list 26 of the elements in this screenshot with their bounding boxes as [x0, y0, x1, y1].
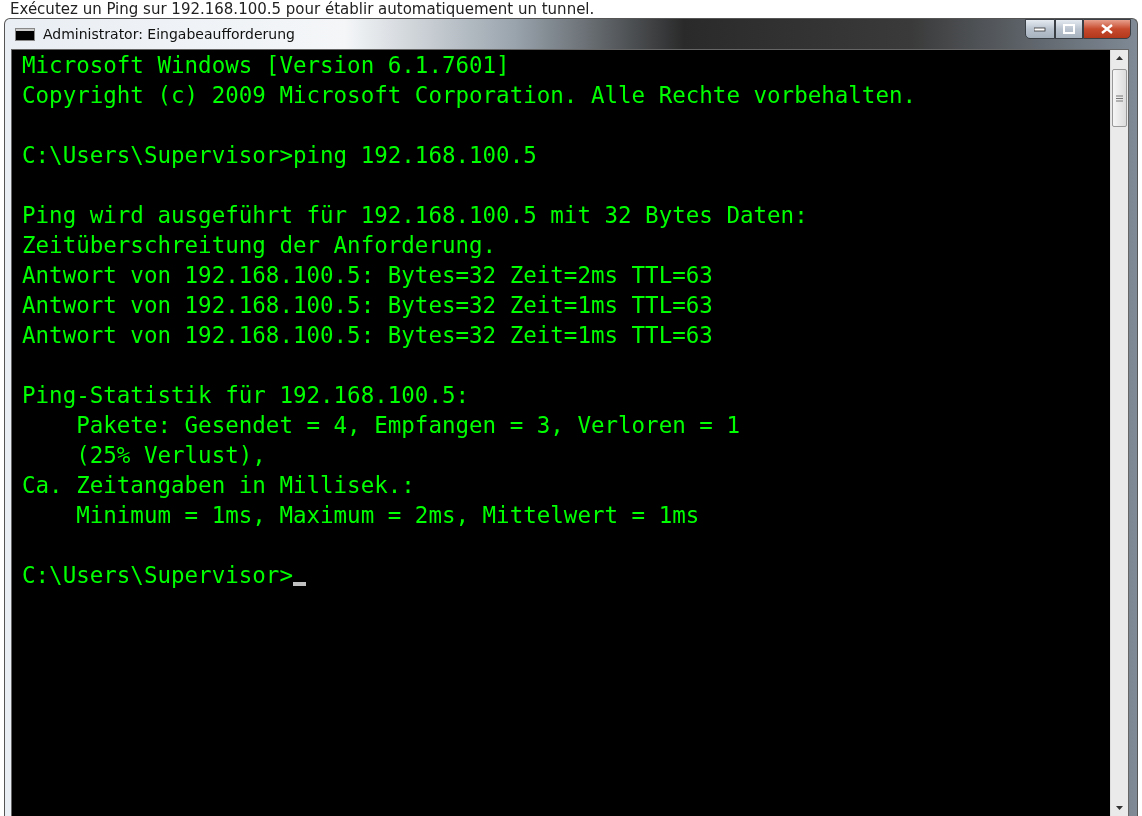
console-line: Microsoft Windows [Version 6.1.7601] [22, 51, 511, 80]
maximize-icon [1063, 24, 1075, 34]
console-line: Copyright (c) 2009 Microsoft Corporation. Alle Rechte vorbehalten. [22, 81, 918, 110]
minimize-icon [1034, 26, 1046, 32]
console-line: Antwort von 192.168.100.5: Bytes=32 Zeit=2ms TTL=63 [22, 261, 714, 290]
console-line: C:\Users\Supervisor>ping 192.168.100.5 [22, 141, 538, 170]
scrollbar[interactable] [1110, 50, 1128, 816]
maximize-button[interactable] [1055, 19, 1083, 39]
console-line: Ping-Statistik für 192.168.100.5: [22, 381, 471, 410]
close-button[interactable] [1083, 19, 1131, 39]
console-line: Ping wird ausgeführt für 192.168.100.5 mit 32 Bytes Daten: [22, 201, 809, 230]
window-title: Administrator: Eingabeaufforderung [43, 26, 296, 42]
console-line: Antwort von 192.168.100.5: Bytes=32 Zeit=1ms TTL=63 [22, 291, 714, 320]
console-line: Ca. Zeitangaben in Millisek.: [22, 471, 416, 500]
console-line: C:\Users\Supervisor> [22, 561, 293, 590]
console-line: Minimum = 1ms, Maximum = 2ms, Mittelwert = 1ms [75, 501, 701, 530]
console-line: Pakete: Gesendet = 4, Empfangen = 3, Verloren = 1 [75, 411, 741, 440]
console-line: Zeitüberschreitung der Anforderung. [22, 231, 498, 260]
scroll-thumb[interactable] [1112, 69, 1127, 127]
console-line: (25% Verlust), [75, 441, 267, 470]
minimize-button[interactable] [1025, 19, 1055, 39]
grip-icon [1116, 94, 1123, 102]
caption-text: Exécutez un Ping sur 192.168.100.5 pour établir automatiquement un tunnel. [9, 0, 596, 18]
console-line: Antwort von 192.168.100.5: Bytes=32 Zeit=1ms TTL=63 [22, 321, 714, 350]
console-icon [15, 27, 35, 41]
close-icon [1101, 24, 1113, 34]
